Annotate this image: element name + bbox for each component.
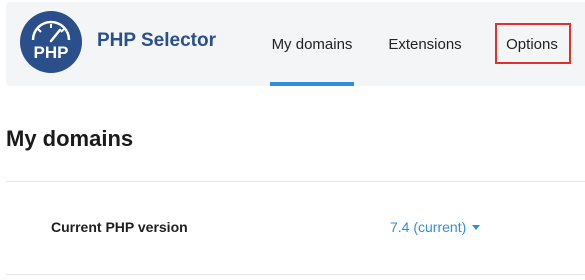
app-title: PHP Selector — [97, 30, 216, 51]
page-title: My domains — [6, 126, 134, 151]
tab-options[interactable]: Options — [493, 2, 571, 86]
section-divider — [6, 181, 585, 182]
current-php-version-label: Current PHP version — [51, 219, 188, 235]
php-version-dropdown[interactable]: 7.4 (current) — [390, 219, 481, 235]
php-version-value: 7.4 (current) — [390, 219, 467, 235]
tab-extensions-label: Extensions — [388, 35, 462, 53]
tab-my-domains-label: My domains — [271, 35, 353, 53]
active-tab-indicator — [270, 82, 354, 86]
top-navigation-bar: PHP PHP Selector My domains Extensions O… — [6, 2, 585, 86]
caret-down-icon — [472, 224, 481, 230]
logo-text: PHP — [34, 43, 69, 62]
php-selector-page: PHP PHP Selector My domains Extensions O… — [0, 0, 585, 280]
section-divider-bottom — [6, 274, 585, 275]
options-highlight-box — [495, 23, 571, 64]
tab-extensions[interactable]: Extensions — [384, 2, 466, 86]
php-logo-icon: PHP — [20, 11, 82, 73]
tab-my-domains[interactable]: My domains — [270, 2, 354, 86]
